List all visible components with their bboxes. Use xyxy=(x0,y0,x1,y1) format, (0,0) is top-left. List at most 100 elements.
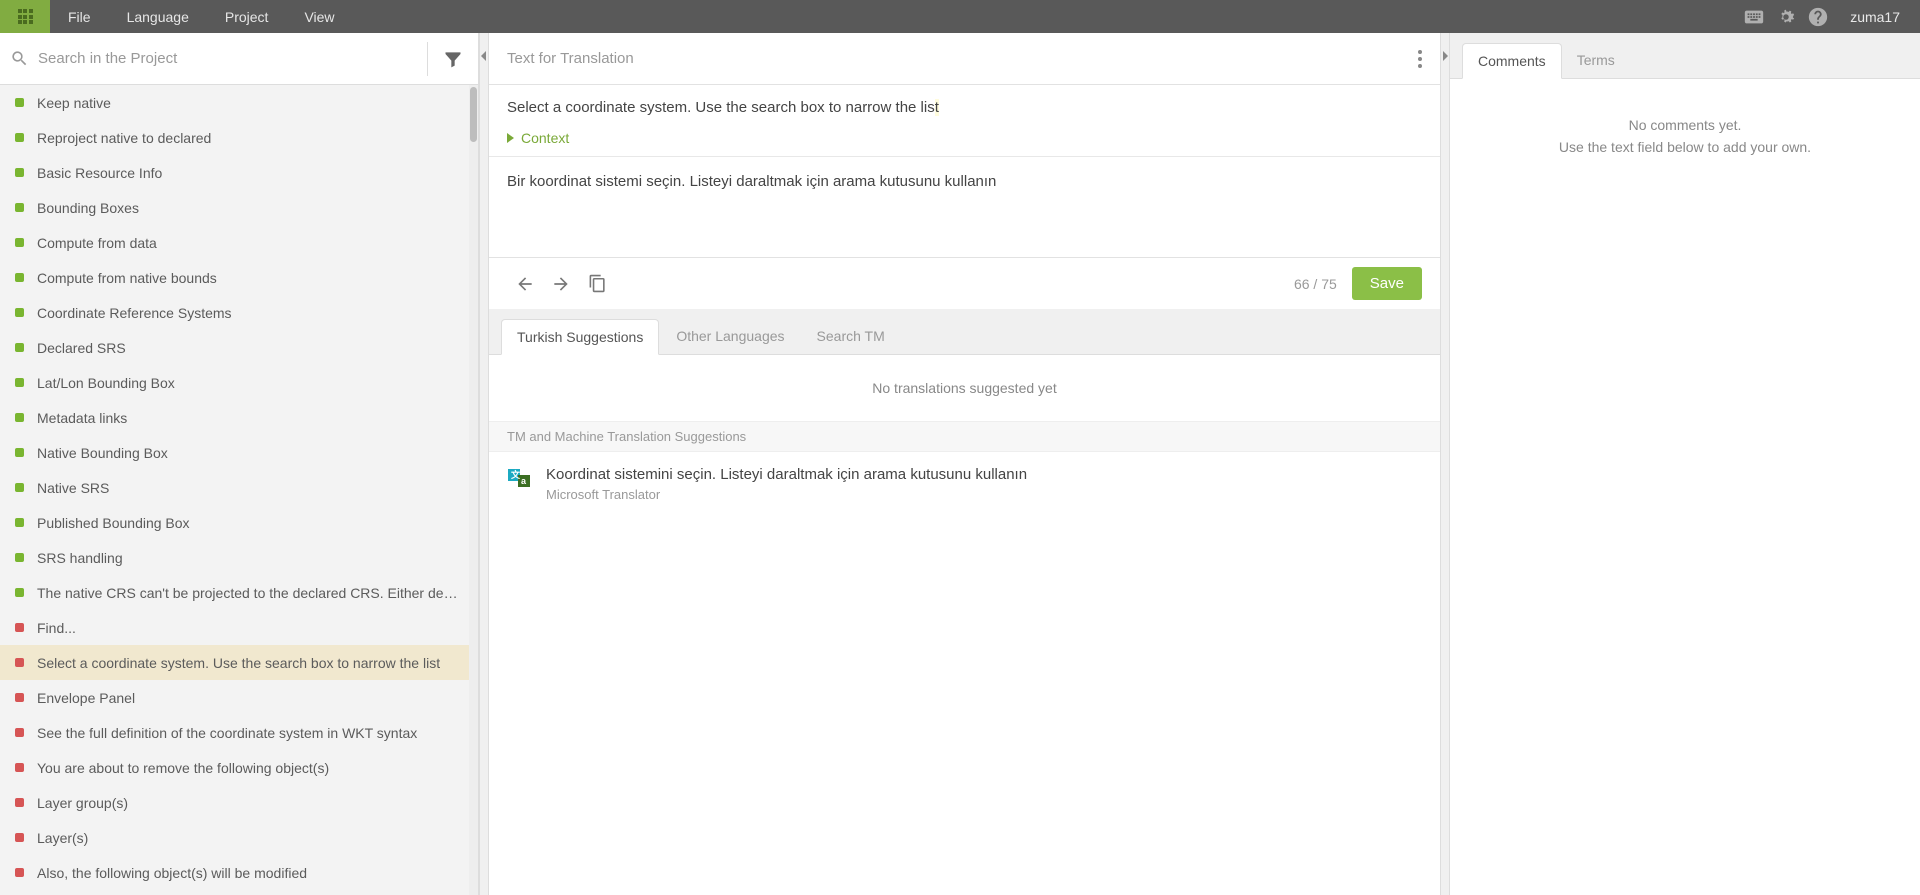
list-item[interactable]: Bounding Boxes xyxy=(0,190,478,225)
list-item[interactable]: Reproject native to declared xyxy=(0,120,478,155)
string-label: SRS handling xyxy=(37,550,123,566)
string-label: Bounding Boxes xyxy=(37,200,139,216)
mt-translation-text: Koordinat sistemini seçin. Listeyi daral… xyxy=(546,466,1422,483)
menu-language[interactable]: Language xyxy=(109,0,207,33)
tab-search-tm[interactable]: Search TM xyxy=(802,319,900,354)
string-label: The native CRS can't be projected to the… xyxy=(37,585,463,601)
status-dot xyxy=(15,833,24,842)
status-dot xyxy=(15,98,24,107)
string-list[interactable]: Keep native Reproject native to declared B… xyxy=(0,85,478,895)
help-icon[interactable] xyxy=(1802,0,1834,33)
tab-turkish-suggestions[interactable]: Turkish Suggestions xyxy=(501,319,659,355)
list-item[interactable]: See the full definition of the coordinat… xyxy=(0,715,478,750)
main-layout: Keep native Reproject native to declared B… xyxy=(0,33,1920,895)
string-label: Layer group(s) xyxy=(37,795,128,811)
translation-input[interactable]: Bir koordinat sistemi seçin. Listeyi dar… xyxy=(507,173,1422,190)
center-panel: Text for Translation Select a coordinate… xyxy=(489,33,1440,895)
vertical-dots-icon xyxy=(1418,50,1422,68)
list-item[interactable]: Native Bounding Box xyxy=(0,435,478,470)
source-section: Select a coordinate system. Use the sear… xyxy=(489,85,1440,157)
menu-view[interactable]: View xyxy=(286,0,352,33)
menu-project[interactable]: Project xyxy=(207,0,287,33)
status-dot xyxy=(15,868,24,877)
string-label: See the full definition of the coordinat… xyxy=(37,725,417,741)
topbar: File Language Project View zuma17 xyxy=(0,0,1920,33)
arrow-left-icon xyxy=(515,274,535,294)
list-item[interactable]: SRS handling xyxy=(0,540,478,575)
list-item[interactable]: Find... xyxy=(0,610,478,645)
save-button[interactable]: Save xyxy=(1352,267,1422,300)
tab-terms[interactable]: Terms xyxy=(1562,43,1630,78)
chevron-right-icon xyxy=(1442,51,1448,61)
menu-file[interactable]: File xyxy=(50,0,109,33)
list-item[interactable]: Coordinate Reference Systems xyxy=(0,295,478,330)
center-header: Text for Translation xyxy=(489,33,1440,85)
status-dot xyxy=(15,378,24,387)
string-label: Native Bounding Box xyxy=(37,445,168,461)
tab-comments[interactable]: Comments xyxy=(1462,43,1562,79)
string-label: Keep native xyxy=(37,95,111,111)
status-dot xyxy=(15,693,24,702)
keyboard-icon[interactable] xyxy=(1738,0,1770,33)
list-item[interactable]: Metadata links xyxy=(0,400,478,435)
apps-grid-icon xyxy=(18,9,33,24)
list-item[interactable]: Declared SRS xyxy=(0,330,478,365)
list-item[interactable]: Keep native xyxy=(0,85,478,120)
filter-button[interactable] xyxy=(428,33,478,85)
user-menu[interactable]: zuma17 xyxy=(1844,9,1906,25)
splitter-left[interactable] xyxy=(479,33,489,895)
action-row: 66 / 75 Save xyxy=(489,257,1440,309)
list-item[interactable]: Published Bounding Box xyxy=(0,505,478,540)
scrollbar-track[interactable] xyxy=(469,85,478,895)
center-title: Text for Translation xyxy=(507,50,634,67)
list-item[interactable]: Select a coordinate system. Use the sear… xyxy=(0,645,478,680)
apps-menu-button[interactable] xyxy=(0,0,50,33)
status-dot xyxy=(15,308,24,317)
comments-empty: No comments yet. Use the text field belo… xyxy=(1450,79,1920,194)
target-section: Bir koordinat sistemi seçin. Listeyi dar… xyxy=(489,157,1440,257)
context-toggle[interactable]: Context xyxy=(507,130,1422,146)
list-item[interactable]: Compute from native bounds xyxy=(0,260,478,295)
comments-empty-line1: No comments yet. xyxy=(1470,114,1900,136)
chevron-left-icon xyxy=(481,51,487,61)
status-dot xyxy=(15,763,24,772)
status-dot xyxy=(15,413,24,422)
list-item[interactable]: Compute from data xyxy=(0,225,478,260)
search-row xyxy=(0,33,478,85)
prev-string-button[interactable] xyxy=(507,266,543,302)
list-item[interactable]: Layer group(s) xyxy=(0,785,478,820)
list-item[interactable]: Lat/Lon Bounding Box xyxy=(0,365,478,400)
string-label: Compute from native bounds xyxy=(37,270,217,286)
triangle-right-icon xyxy=(507,133,514,143)
splitter-right[interactable] xyxy=(1440,33,1450,895)
string-label: Declared SRS xyxy=(37,340,126,356)
mt-suggestion-item[interactable]: 文a Koordinat sistemini seçin. Listeyi da… xyxy=(489,452,1440,516)
right-panel: Comments Terms No comments yet. Use the … xyxy=(1450,33,1920,895)
string-label: Envelope Panel xyxy=(37,690,135,706)
status-dot xyxy=(15,658,24,667)
string-label: Basic Resource Info xyxy=(37,165,162,181)
gear-icon[interactable] xyxy=(1770,0,1802,33)
list-item[interactable]: Basic Resource Info xyxy=(0,155,478,190)
list-item[interactable]: The native CRS can't be projected to the… xyxy=(0,575,478,610)
status-dot xyxy=(15,273,24,282)
search-input[interactable] xyxy=(38,50,417,67)
svg-text:文: 文 xyxy=(510,469,521,480)
progress-counter: 66 / 75 xyxy=(1294,276,1337,292)
string-label: Metadata links xyxy=(37,410,127,426)
list-item[interactable]: Envelope Panel xyxy=(0,680,478,715)
tm-header: TM and Machine Translation Suggestions xyxy=(489,422,1440,452)
next-string-button[interactable] xyxy=(543,266,579,302)
status-dot xyxy=(15,133,24,142)
list-item[interactable]: Also, the following object(s) will be mo… xyxy=(0,855,478,890)
list-item[interactable]: You are about to remove the following ob… xyxy=(0,750,478,785)
string-label: Published Bounding Box xyxy=(37,515,190,531)
copy-source-button[interactable] xyxy=(579,266,615,302)
string-label: Coordinate Reference Systems xyxy=(37,305,232,321)
string-label: Compute from data xyxy=(37,235,157,251)
scrollbar-thumb[interactable] xyxy=(470,87,477,142)
list-item[interactable]: Layer(s) xyxy=(0,820,478,855)
list-item[interactable]: Native SRS xyxy=(0,470,478,505)
more-options-button[interactable] xyxy=(1412,44,1428,74)
tab-other-languages[interactable]: Other Languages xyxy=(661,319,799,354)
